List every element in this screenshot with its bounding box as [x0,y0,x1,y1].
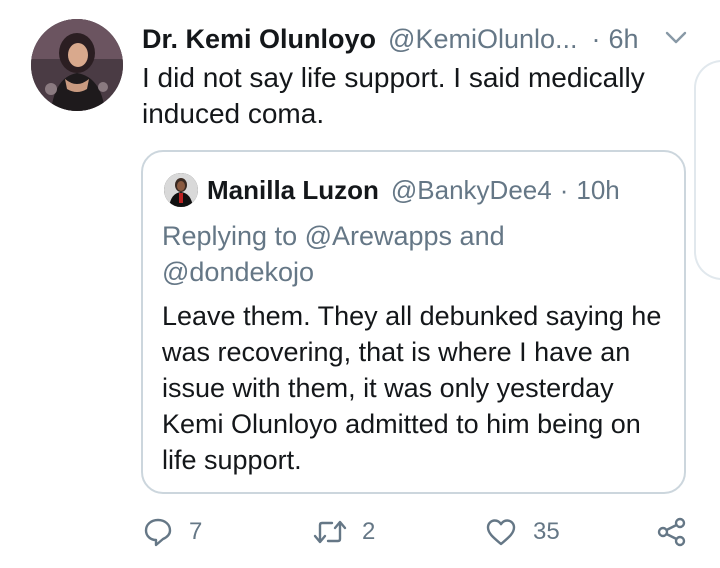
like-count: 35 [533,518,560,545]
quoted-tweet[interactable]: Manilla Luzon @BankyDee4 · 10h Replying … [141,150,686,494]
reply-button[interactable]: 7 [143,512,202,552]
share-icon [656,516,688,548]
author-avatar-image [31,19,123,111]
heart-icon [485,517,517,547]
quoted-author-handle: @BankyDee4 [390,174,552,205]
replying-to: Replying to @Arewapps and @dondekojo [162,221,505,287]
quoted-text: Leave them. They all debunked saying he … [162,301,662,475]
tweet-text: I did not say life support. I said medic… [142,62,645,129]
retweet-count: 2 [362,518,376,545]
tweet-actions: 7 2 35 [0,512,720,556]
author-handle[interactable]: @KemiOlunlo... [388,24,577,55]
separator-dot: · [591,23,601,54]
retweet-icon [312,517,348,547]
retweet-button[interactable]: 2 [312,512,375,552]
author-name[interactable]: Dr. Kemi Olunloyo [142,24,376,55]
separator-dot: · [559,174,569,205]
quoted-author-name: Manilla Luzon [207,174,379,205]
quoted-author-avatar [164,173,198,207]
quoted-timestamp: 10h [576,174,620,205]
chevron-down-icon[interactable] [664,28,688,48]
tweet-timestamp[interactable]: 6h [609,24,639,55]
quoted-header: Manilla Luzon @BankyDee4 · 10h [207,174,620,206]
like-button[interactable]: 35 [485,512,560,552]
reply-icon [143,517,173,547]
share-button[interactable] [656,512,688,552]
reply-count: 7 [189,518,203,545]
side-card-edge [694,60,720,280]
author-avatar[interactable] [31,19,123,111]
tweet-header: Dr. Kemi Olunloyo @KemiOlunlo... · 6h [142,24,639,54]
